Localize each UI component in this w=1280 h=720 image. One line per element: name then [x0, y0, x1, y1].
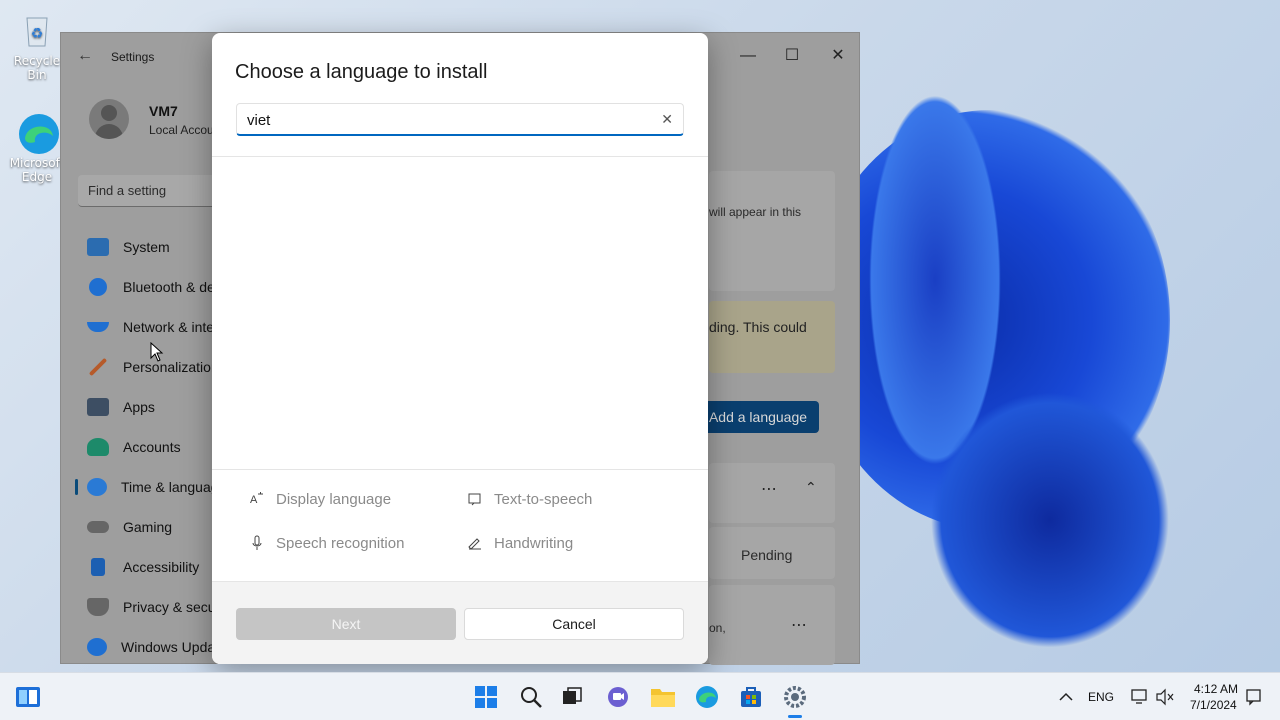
display-language-icon: A — [248, 490, 266, 508]
warning-text: ding. This could — [709, 319, 807, 335]
wallpaper-bloom — [850, 90, 1280, 670]
nav-label: Accessibility — [123, 559, 200, 575]
settings-title: Settings — [111, 50, 155, 64]
card-snippet: on, — [709, 621, 726, 635]
dialog-footer: Next Cancel — [212, 581, 708, 664]
chevron-up-icon[interactable]: ⌃ — [805, 479, 817, 496]
feature-handwriting: Handwriting — [466, 534, 573, 552]
volume-muted-icon[interactable] — [1151, 683, 1179, 711]
apps-icon — [87, 398, 109, 416]
bluetooth-icon — [89, 278, 107, 296]
globe-clock-icon — [87, 478, 107, 496]
svg-text:♻: ♻ — [31, 26, 44, 42]
feature-label: Display language — [276, 490, 392, 508]
feature-speech-recognition: Speech recognition — [248, 534, 404, 552]
minimize-button[interactable]: — — [733, 41, 763, 71]
warning-card: ding. This could — [709, 301, 835, 373]
svg-text:A: A — [250, 494, 258, 506]
nav-label: Windows Update — [121, 639, 227, 655]
feature-display-language: A Display language — [248, 490, 391, 508]
feature-label: Handwriting — [494, 534, 574, 552]
mouse-cursor-icon — [150, 342, 164, 362]
task-view-icon[interactable] — [558, 683, 586, 711]
language-card: ⋯ ⌃ — [709, 463, 835, 523]
next-button[interactable]: Next — [236, 608, 456, 640]
network-icon[interactable] — [1126, 683, 1154, 711]
recycle-bin-icon: ♻ — [17, 10, 57, 50]
user-name: VM7 — [149, 103, 178, 119]
info-text: will appear in this — [709, 205, 802, 219]
chevron-up-tray-icon[interactable] — [1052, 683, 1080, 711]
nav-label: Apps — [123, 399, 155, 415]
pending-row: Pending — [709, 527, 835, 579]
clock-time[interactable]: 4:12 AM — [1194, 682, 1238, 696]
text-to-speech-icon — [466, 490, 484, 508]
handwriting-icon — [466, 534, 484, 552]
language-search-box: ✕ — [236, 103, 684, 136]
choose-language-dialog: Choose a language to install ✕ A Display… — [212, 33, 708, 664]
nav-label: Gaming — [123, 519, 173, 535]
search-icon[interactable] — [517, 683, 545, 711]
info-card: will appear in this — [709, 171, 835, 291]
user-profile[interactable]: VM7 Local Account — [89, 99, 224, 139]
widgets-icon[interactable] — [14, 683, 42, 711]
wifi-icon — [87, 322, 109, 332]
pending-label: Pending — [741, 547, 793, 563]
shield-icon — [87, 598, 109, 616]
dialog-title: Choose a language to install — [235, 61, 488, 83]
active-app-indicator — [788, 715, 802, 718]
language-search-input[interactable] — [247, 110, 647, 130]
accessibility-icon — [91, 558, 105, 576]
edge-icon — [17, 112, 59, 154]
start-icon[interactable] — [472, 683, 500, 711]
more-options-icon[interactable]: ⋯ — [791, 615, 807, 635]
more-options-icon[interactable]: ⋯ — [761, 479, 777, 499]
feature-label: Text-to-speech — [494, 490, 593, 508]
brush-icon — [88, 357, 108, 377]
feature-label: Speech recognition — [276, 534, 405, 552]
dialog-divider-bottom — [212, 469, 708, 470]
nav-label: Accounts — [123, 439, 181, 455]
controller-icon — [87, 521, 109, 533]
nav-label: Time & language — [121, 479, 227, 495]
add-language-button[interactable]: Add a language — [697, 401, 819, 433]
edge-taskbar-icon[interactable] — [693, 683, 721, 711]
store-icon[interactable] — [737, 683, 765, 711]
clock-date[interactable]: 7/1/2024 — [1190, 698, 1237, 712]
feature-text-to-speech: Text-to-speech — [466, 490, 592, 508]
back-arrow-icon[interactable]: ← — [77, 47, 93, 65]
microphone-icon — [248, 534, 266, 552]
notification-icon[interactable] — [1240, 683, 1268, 711]
nav-label: System — [123, 239, 170, 255]
taskbar: ENG 4:12 AM 7/1/2024 — [0, 672, 1280, 720]
recycle-bin-label: Recycle Bin — [13, 54, 61, 82]
language-card-2: on, ⋯ — [709, 585, 835, 665]
language-indicator[interactable]: ENG — [1088, 690, 1114, 704]
settings-taskbar-icon[interactable] — [781, 683, 809, 711]
add-language-label: Add a language — [708, 409, 808, 425]
person-icon — [87, 438, 109, 456]
edge-label-line2: Edge — [21, 170, 53, 184]
recycle-bin-desktop-icon[interactable]: ♻ Recycle Bin — [6, 10, 68, 82]
edge-desktop-icon[interactable]: Microsoft Edge — [6, 112, 68, 184]
file-explorer-icon[interactable] — [649, 683, 677, 711]
language-results-list — [212, 157, 708, 469]
maximize-button[interactable]: ☐ — [777, 41, 807, 71]
clear-search-icon[interactable]: ✕ — [661, 111, 673, 128]
close-button[interactable]: ✕ — [823, 41, 853, 71]
monitor-icon — [87, 238, 109, 256]
edge-label-line1: Microsoft — [9, 156, 65, 170]
avatar — [89, 99, 129, 139]
chat-icon[interactable] — [604, 683, 632, 711]
update-icon — [87, 638, 107, 656]
cancel-button[interactable]: Cancel — [464, 608, 684, 640]
nav-label: Personalization — [123, 359, 219, 375]
